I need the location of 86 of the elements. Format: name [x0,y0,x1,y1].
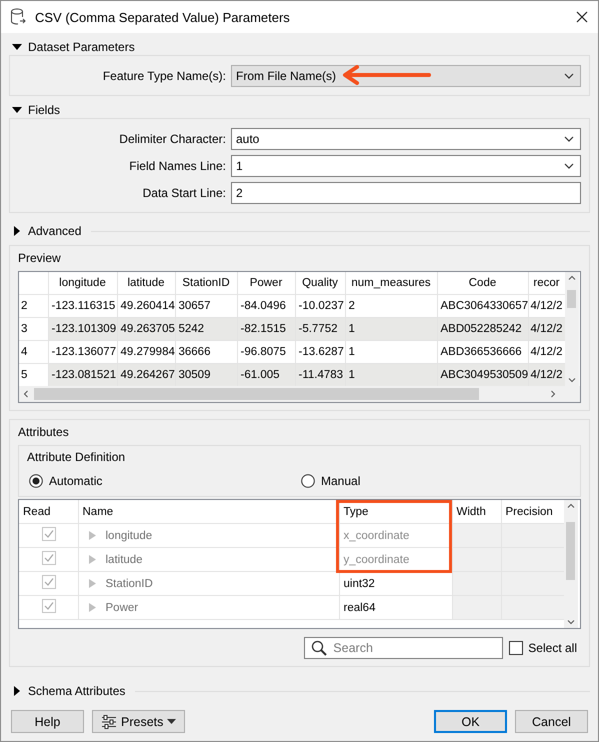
column-header: Type [339,500,452,524]
scroll-up-icon[interactable] [568,275,576,280]
disclosure-triangle-icon[interactable] [12,686,22,696]
section-title[interactable]: Fields [28,103,60,117]
checkbox-label[interactable]: Select all [528,641,577,655]
table-cell: 49.263705 [117,318,175,340]
table-cell: -123.081521 [48,364,117,386]
scrollbar-thumb[interactable] [566,522,575,580]
table-cell: 1 [345,364,437,386]
attribute-name: longitude [106,530,152,542]
table-cell: 5242 [175,318,237,340]
table-cell: -82.1515 [237,318,295,340]
scroll-up-icon[interactable] [567,503,575,508]
table-cell: 1 [345,318,437,340]
chevron-down-icon [564,163,574,169]
radio-button[interactable] [301,474,315,488]
section-title[interactable]: Schema Attributes [28,684,126,698]
table-cell: -11.4783 [295,364,345,386]
vertical-scrollbar[interactable] [565,272,579,386]
column-header: longitude [48,272,117,294]
attribute-name: latitude [106,554,143,566]
caret-icon [167,719,176,724]
attribute-name: StationID [106,578,153,590]
column-header: Name [78,500,339,524]
column-header: latitude [117,272,175,294]
presets-button[interactable]: Presets [92,710,186,733]
search-input[interactable]: Search [333,641,484,655]
vertical-scrollbar[interactable] [564,500,578,628]
sliders-icon [101,714,117,728]
button[interactable]: Cancel [515,710,588,733]
table-cell: 4/12/2 [528,364,565,386]
group-title: Preview [18,250,61,266]
column-header: Code [437,272,528,294]
field-label: Field Names Line: [128,159,226,173]
table-cell: 49.264267 [117,364,175,386]
table-cell: real64 [339,596,452,620]
search-icon [311,640,328,656]
disclosure-triangle-icon[interactable] [12,226,22,236]
scroll-left-icon[interactable] [23,390,28,398]
chevron-down-icon [564,73,574,79]
column-header: Quality [295,272,345,294]
table-cell: -61.005 [237,364,295,386]
radio-label[interactable]: Automatic [49,474,102,488]
field-label: Feature Type Name(s): [102,69,226,83]
section-title[interactable]: Advanced [28,224,82,238]
group-title: Attribute Definition [27,449,126,465]
row-number: 2 [19,294,48,318]
table-cell: 30509 [175,364,237,386]
dropdown[interactable]: From File Name(s) [231,65,581,87]
table-cell: uint32 [339,572,452,596]
table-cell: ABD052285242 [437,318,528,340]
chevron-down-icon [564,136,574,142]
column-header: Power [237,272,295,294]
row-number: 4 [19,340,48,364]
column-header: StationID [175,272,237,294]
scroll-right-icon[interactable] [551,390,556,398]
group-title: Attributes [18,424,69,440]
table-cell: -5.7752 [295,318,345,340]
search-field[interactable]: Search [304,637,504,659]
field-label: Delimiter Character: [118,132,226,146]
column-header: num_measures [345,272,437,294]
scroll-down-icon[interactable] [568,378,576,383]
disclosure-triangle-icon[interactable] [12,105,22,115]
dropdown[interactable]: auto [231,128,581,150]
scrollbar-thumb[interactable] [567,290,576,308]
dropdown[interactable]: 1 [231,155,581,177]
radio-label[interactable]: Manual [321,474,360,488]
window-title: CSV (Comma Separated Value) Parameters [35,10,291,24]
disclosure-triangle-icon[interactable] [12,42,22,52]
horizontal-scrollbar[interactable] [34,388,479,400]
scroll-down-icon[interactable] [567,620,575,625]
database-icon [10,8,26,26]
attribute-name: Power [106,602,138,614]
table-cell: -123.101309 [48,318,117,340]
row-number: 3 [19,318,48,340]
column-header: Read [19,500,78,524]
section-title[interactable]: Dataset Parameters [28,40,135,54]
button[interactable]: Help [11,710,84,733]
ok-button[interactable]: OK [434,710,507,733]
checkbox[interactable] [509,641,524,655]
input-field[interactable]: 2 [231,182,581,204]
field-label: Data Start Line: [142,186,226,200]
table-cell: 4/12/2 [528,318,565,340]
close-icon[interactable] [576,11,588,23]
radio-button[interactable] [29,474,43,488]
table-cell: x_coordinate [339,524,452,548]
